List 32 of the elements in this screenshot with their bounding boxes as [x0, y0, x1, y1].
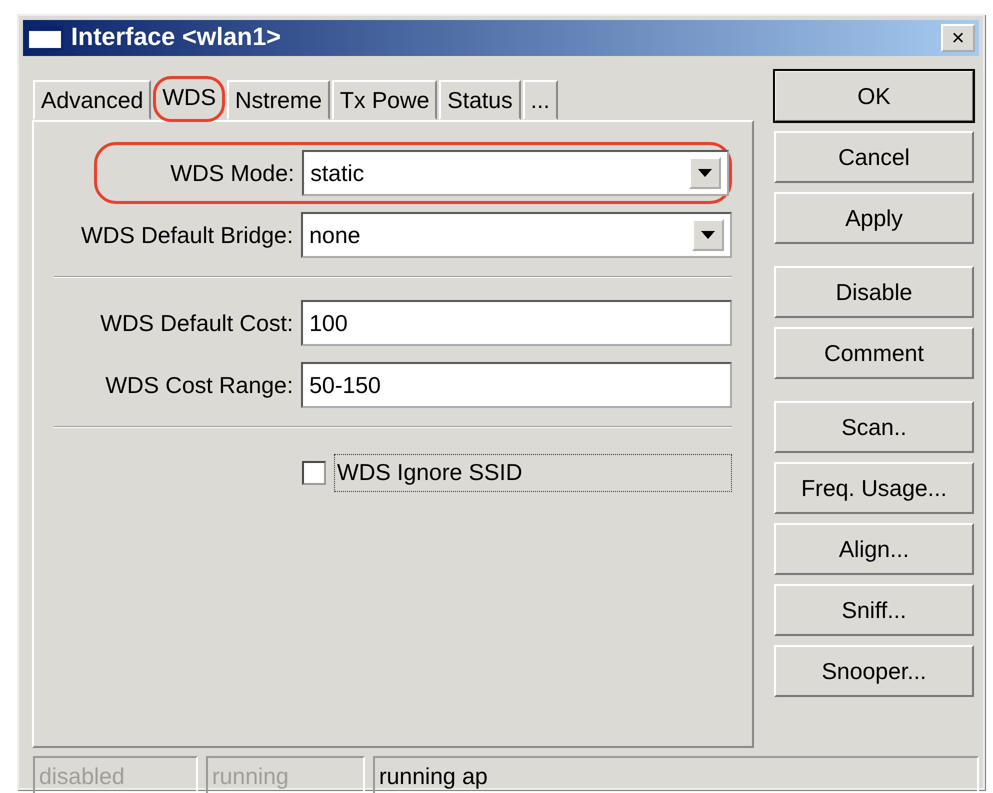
tab[interactable]: Tx Powe [332, 80, 438, 120]
tab[interactable]: Status [439, 80, 521, 120]
dropdown-field[interactable]: none [301, 212, 732, 258]
dialog-button[interactable]: Cancel [774, 131, 974, 183]
window-title: Interface <wlan1> [71, 22, 281, 54]
field-label: WDS Default Bridge: [80, 220, 294, 250]
tab[interactable]: WDS [153, 76, 225, 122]
status-text: running ap [372, 756, 979, 793]
dialog-button[interactable]: Snooper... [774, 645, 974, 697]
dialog-button[interactable]: Comment [774, 327, 974, 379]
status-text: running [206, 756, 365, 793]
dropdown-field[interactable]: static [302, 150, 729, 196]
field-label: WDS Mode: [169, 158, 296, 188]
dialog-button[interactable]: Freq. Usage... [774, 462, 974, 514]
status-text: disabled [33, 756, 198, 793]
tab[interactable]: Advanced [33, 80, 152, 120]
close-button[interactable]: × [941, 24, 975, 52]
text-field[interactable]: 50-150 [301, 362, 732, 408]
checkbox-label[interactable]: WDS Ignore SSID [334, 454, 732, 492]
dialog-button[interactable]: Sniff... [774, 584, 974, 636]
dialog-button[interactable]: Align... [774, 523, 974, 575]
field-label: WDS Default Cost: [99, 308, 294, 338]
tab[interactable]: Nstreme [226, 80, 330, 120]
text-field[interactable]: 100 [301, 300, 732, 346]
dialog-button[interactable]: Apply [774, 192, 974, 244]
checkbox[interactable] [302, 461, 326, 485]
tab[interactable]: ... [522, 80, 558, 120]
field-label: WDS Cost Range: [104, 370, 294, 400]
dialog-button[interactable]: OK [774, 70, 974, 122]
window-icon [27, 26, 63, 50]
dialog-button[interactable]: Disable [774, 266, 974, 318]
dialog-button[interactable]: Scan.. [774, 401, 974, 453]
